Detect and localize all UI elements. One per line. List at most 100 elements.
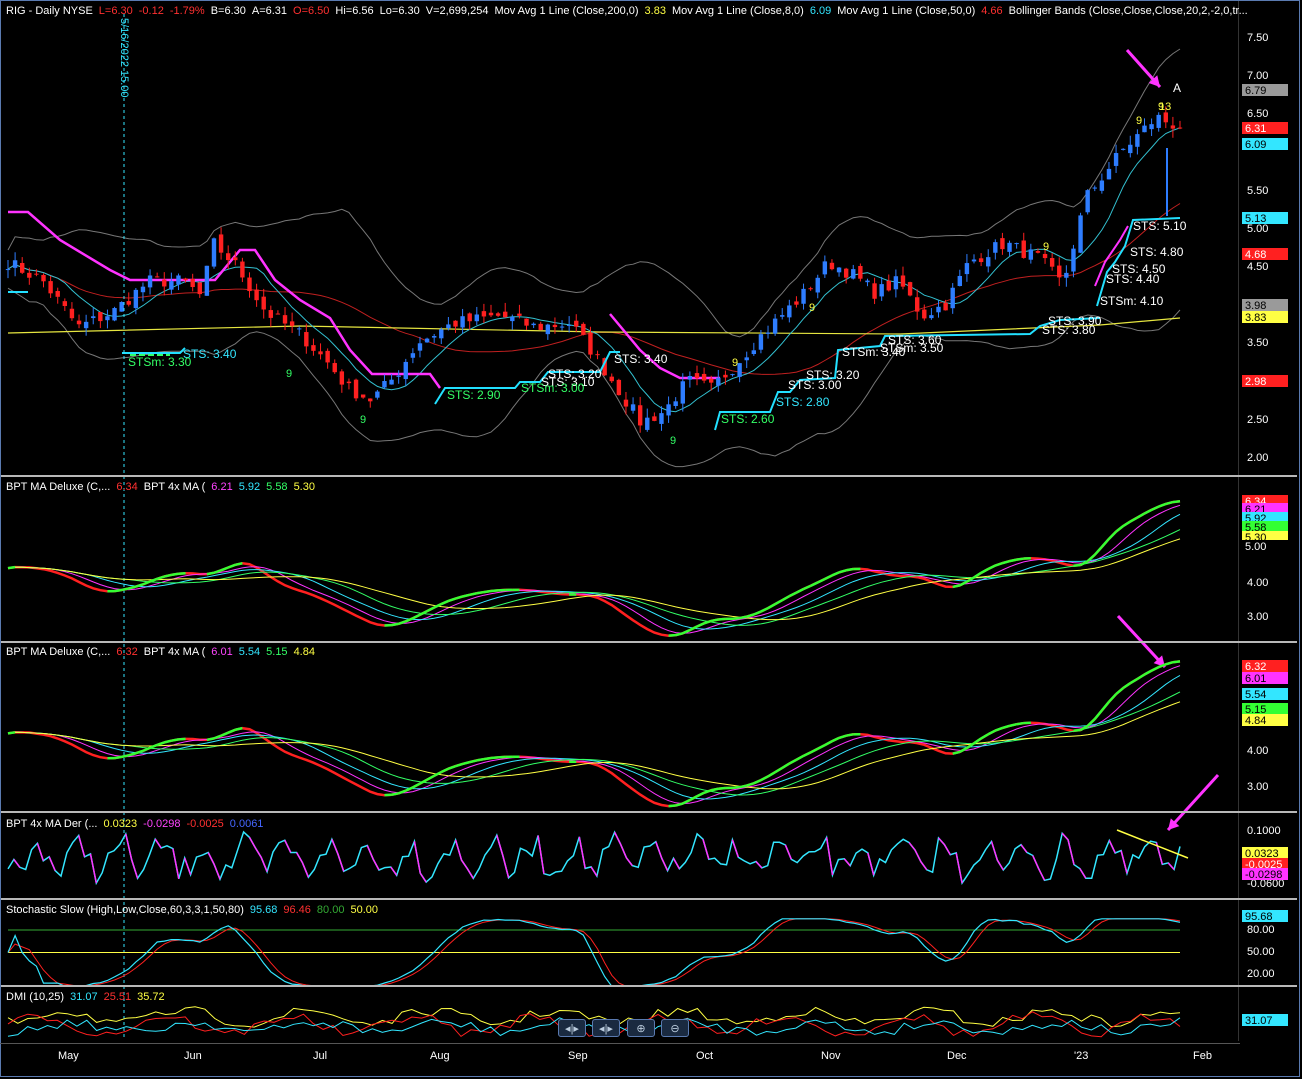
zoom-in-button[interactable]: ⊕ bbox=[627, 1019, 655, 1037]
ma-ribbon-up-segment bbox=[718, 617, 726, 621]
derivative-down-segment bbox=[207, 852, 215, 865]
ma-ribbon-up-segment bbox=[1122, 520, 1131, 528]
ma-ribbon-up-segment bbox=[1129, 677, 1139, 685]
derivative-down-segment bbox=[613, 831, 622, 845]
scroll-left-button[interactable]: ◂|▸ bbox=[558, 1019, 586, 1037]
ma-ribbon-up-segment bbox=[781, 595, 790, 602]
ma-ribbon-up-segment bbox=[696, 622, 705, 628]
ma-ribbon-up-segment bbox=[760, 606, 769, 613]
price-axis-tick: 6.50 bbox=[1247, 108, 1268, 120]
derivative-down-segment bbox=[937, 837, 945, 846]
price-tag: 3.83 bbox=[1245, 312, 1266, 324]
ma-ribbon-up-segment bbox=[455, 762, 463, 768]
candle-body bbox=[1149, 124, 1154, 130]
chart-canvas[interactable]: STS: 3.40 STSm: 3.30 STS: 2.90 STS: 3.20 STS… bbox=[0, 0, 1302, 1079]
header-field: BPT MA Deluxe (C,... bbox=[6, 646, 111, 658]
candle-body bbox=[1000, 238, 1005, 250]
price-tag: 2.98 bbox=[1245, 376, 1266, 388]
derivative-down-segment bbox=[13, 858, 21, 868]
zoom-out-button[interactable]: ⊖ bbox=[661, 1019, 689, 1037]
ma-ribbon-up-segment bbox=[817, 577, 826, 584]
candle-body bbox=[481, 311, 487, 317]
candle-body bbox=[787, 305, 792, 318]
ma-ribbon-up-segment bbox=[391, 792, 399, 796]
candle-body bbox=[545, 324, 551, 335]
ma-ribbon-up-segment bbox=[952, 584, 961, 589]
ma-ribbon-up-segment bbox=[675, 802, 684, 807]
derivative-down-segment bbox=[1061, 832, 1069, 841]
candle-body bbox=[190, 278, 195, 288]
candle-body bbox=[112, 308, 117, 321]
pane-divider[interactable] bbox=[1, 475, 1297, 477]
ma-ribbon-up-segment bbox=[433, 770, 442, 777]
time-axis-label: May bbox=[58, 1050, 79, 1062]
ma-ribbon-up-segment bbox=[171, 572, 179, 577]
pane-divider[interactable] bbox=[1, 985, 1297, 987]
candle-body bbox=[154, 276, 160, 278]
candle-body bbox=[893, 276, 899, 290]
candle-body bbox=[694, 373, 700, 379]
ma-ribbon-up-segment bbox=[1093, 546, 1103, 556]
ma-ribbon-up-segment bbox=[668, 804, 676, 808]
ma-ribbon-line bbox=[7, 660, 1181, 808]
sts-label: STSm: 3.00 bbox=[521, 381, 585, 395]
header-field: Bollinger Bands (Close,Close,Close,20,2,… bbox=[1008, 5, 1248, 17]
scroll-icon: ◂|▸ bbox=[565, 1022, 579, 1035]
derivative-down-segment bbox=[496, 834, 504, 856]
candle-body bbox=[595, 354, 600, 356]
candle-body bbox=[389, 379, 394, 385]
candle-body bbox=[701, 373, 707, 381]
candle-body bbox=[169, 281, 174, 290]
candle-body bbox=[453, 320, 458, 327]
ma-ribbon-up-segment bbox=[235, 726, 243, 731]
derivative-down-segment bbox=[661, 857, 669, 872]
derivative-down-segment bbox=[625, 857, 633, 867]
ma-ribbon-up-segment bbox=[1165, 661, 1174, 666]
trailing-stop-bear-line bbox=[609, 313, 720, 380]
ma-ribbon-up-segment bbox=[1129, 516, 1138, 523]
derivative-down-segment bbox=[1079, 868, 1087, 879]
pane-divider[interactable] bbox=[1, 811, 1297, 813]
ma-ribbon-up-segment bbox=[498, 755, 506, 759]
candle-body bbox=[1163, 112, 1168, 123]
ma-ribbon-up-segment bbox=[1002, 724, 1010, 730]
header-field: Mov Avg 1 Line (Close,200,0) bbox=[494, 5, 639, 17]
header-field: 5.54 bbox=[238, 646, 261, 658]
ma-ribbon-up-segment bbox=[788, 758, 798, 765]
header-field: 0.0323 bbox=[103, 818, 138, 830]
header-field: 4.84 bbox=[293, 646, 315, 658]
time-axis-label: Jul bbox=[313, 1050, 328, 1062]
scroll-right-button[interactable]: ◂|▸ bbox=[592, 1019, 620, 1037]
derivative-down-segment bbox=[1032, 855, 1040, 870]
header-field: 5.92 bbox=[238, 481, 261, 493]
ma-ribbon-up-segment bbox=[817, 744, 826, 750]
ma-ribbon-up-segment bbox=[774, 599, 783, 606]
sts-label: STS: 2.90 bbox=[447, 388, 501, 402]
ma-ribbon-up-segment bbox=[447, 764, 456, 770]
ma-ribbon-up-segment bbox=[1093, 709, 1103, 720]
pane-divider[interactable] bbox=[1, 641, 1297, 643]
candle-body bbox=[417, 343, 423, 351]
header-field: 35.72 bbox=[137, 991, 165, 1003]
candle-body bbox=[1035, 251, 1041, 253]
candle-body bbox=[474, 314, 479, 322]
derivative-down-segment bbox=[920, 861, 928, 871]
derivative-down-segment bbox=[578, 836, 586, 869]
header-field: 4.66 bbox=[981, 5, 1003, 17]
ma-ribbon-up-segment bbox=[128, 585, 137, 590]
candle-body bbox=[950, 287, 955, 309]
ma-ribbon-up-segment bbox=[1100, 701, 1110, 712]
derivative-down-segment bbox=[460, 859, 468, 870]
candle-body bbox=[289, 321, 295, 326]
header-field: 6.32 bbox=[116, 646, 138, 658]
header-field: 5.58 bbox=[266, 481, 288, 493]
candle-body bbox=[1078, 215, 1083, 253]
candle-body bbox=[872, 283, 877, 299]
pane-value-tag: 6.01 bbox=[1245, 673, 1266, 685]
ma-ribbon-up-segment bbox=[739, 784, 747, 789]
pane-divider[interactable] bbox=[1, 898, 1297, 900]
header-field: L=6.30 bbox=[98, 5, 133, 17]
ma-ribbon-up-segment bbox=[178, 737, 186, 741]
header-field: 6.21 bbox=[211, 481, 233, 493]
derivative-down-segment bbox=[537, 835, 545, 874]
